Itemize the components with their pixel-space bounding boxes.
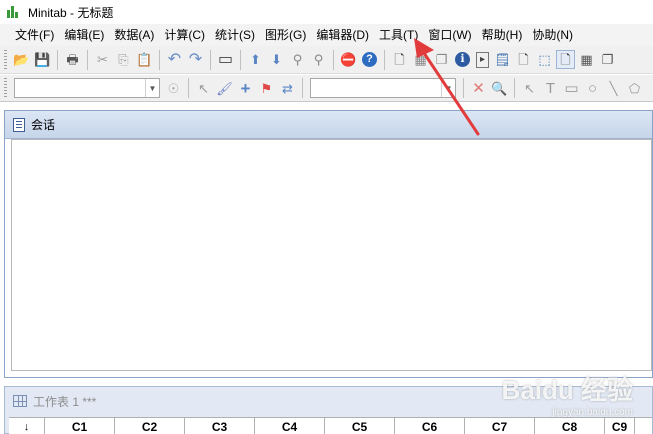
brush-icon[interactable]: 🖌 — [215, 79, 234, 98]
menu-file[interactable]: 文件(F) — [10, 25, 59, 45]
find-next-icon[interactable]: ⚲ — [309, 50, 328, 69]
line-tool-icon[interactable]: ╲ — [604, 79, 623, 98]
toolbar-separator — [333, 49, 334, 70]
crosshair-icon[interactable]: + — [236, 79, 255, 98]
cancel-icon[interactable]: ⛔ — [339, 50, 358, 69]
menu-editor[interactable]: 编辑器(D) — [311, 25, 374, 45]
circle-tool-icon[interactable]: ○ — [583, 79, 602, 98]
find-icon[interactable]: ⚲ — [288, 50, 307, 69]
open-folder-icon[interactable]: 📂 — [12, 50, 31, 69]
copy-icon[interactable]: ⎘ — [114, 50, 133, 69]
data-direction-arrow-icon[interactable]: ↓ — [9, 418, 45, 434]
session-title: 会话 — [31, 118, 56, 132]
zoom-icon[interactable]: 🔍 — [490, 79, 509, 98]
standard-toolbar: 📂 💾 🖶 ✂ ⎘ 📋 ↶ ↷ ▭ ⬆ ⬇ ⚲ ⚲ ⛔ ? 🗋 ▦ ❐ ℹ ▸ … — [0, 46, 653, 74]
toolbar-separator — [87, 49, 88, 70]
new-worksheet-icon[interactable]: 🗋 — [390, 50, 409, 69]
session-header[interactable]: 会话 — [5, 111, 652, 139]
worksheet-icon[interactable]: ▦ — [411, 50, 430, 69]
arrow-down-icon[interactable]: ⬇ — [267, 50, 286, 69]
arrow-up-icon[interactable]: ⬆ — [246, 50, 265, 69]
cut-icon[interactable]: ✂ — [93, 50, 112, 69]
worksheet-column-headers: ↓ C1 C2 C3 C4 C5 C6 C7 C8 C9 — [9, 417, 652, 434]
column-header-c4[interactable]: C4 — [255, 418, 325, 434]
polygon-tool-icon[interactable]: ⬠ — [625, 79, 644, 98]
menu-calc[interactable]: 计算(C) — [159, 25, 210, 45]
watermark-brand: Baidu 经验 — [501, 375, 633, 405]
column-header-c3[interactable]: C3 — [185, 418, 255, 434]
menu-edit[interactable]: 编辑(E) — [59, 25, 109, 45]
command-icon[interactable]: ▸ — [476, 51, 489, 68]
menu-bar: 文件(F) 编辑(E) 数据(A) 计算(C) 统计(S) 图形(G) 编辑器(… — [0, 24, 653, 46]
toolbar-separator — [514, 78, 515, 98]
toolbar-separator — [188, 78, 189, 98]
column-header-c7[interactable]: C7 — [465, 418, 535, 434]
session-window: 会话 — [4, 110, 653, 378]
window-title: Minitab - 无标题 — [28, 5, 114, 20]
session-document-icon — [13, 117, 25, 132]
notepad-icon[interactable]: 🗒 — [493, 50, 512, 69]
menu-stat[interactable]: 统计(S) — [210, 25, 260, 45]
color-palette-icon[interactable]: ☉ — [164, 79, 183, 98]
save-icon[interactable]: 💾 — [33, 50, 52, 69]
graph-editing-toolbar: ▼ ☉ ↖ 🖌 + ⚑ ⇄ ▼ ✕ 🔍 ↖ T ▭ ○ ╲ ⬠ — [0, 75, 653, 102]
copy-window-icon[interactable]: ❐ — [598, 50, 617, 69]
watermark-url: jingyan.baidu.com — [552, 407, 633, 418]
redo-icon[interactable]: ↷ — [186, 50, 205, 69]
item-select-dropdown[interactable]: ▼ — [14, 78, 160, 98]
menu-help[interactable]: 帮助(H) — [477, 25, 528, 45]
info-icon[interactable]: ℹ — [455, 52, 470, 67]
column-header-c1[interactable]: C1 — [45, 418, 115, 434]
select-region-icon[interactable]: ⬚ — [535, 50, 554, 69]
text-tool-icon[interactable]: T — [541, 79, 560, 98]
worksheet-grid-icon — [13, 395, 27, 407]
select-pointer-icon[interactable]: ↖ — [520, 79, 539, 98]
session-output-area[interactable] — [11, 139, 652, 371]
toolbar-separator — [302, 78, 303, 98]
toolbar-separator — [210, 49, 211, 70]
delete-icon[interactable]: ✕ — [469, 79, 488, 98]
toolbar-grip[interactable] — [4, 78, 7, 98]
menu-graph[interactable]: 图形(G) — [260, 25, 311, 45]
column-header-c6[interactable]: C6 — [395, 418, 465, 434]
menu-data[interactable]: 数据(A) — [109, 25, 159, 45]
pointer-icon[interactable]: ↖ — [194, 79, 213, 98]
toolbar-grip[interactable] — [4, 49, 7, 70]
toolbar-separator — [463, 78, 464, 98]
baidu-watermark: Baidu 经验 jingyan.baidu.com — [502, 370, 633, 418]
rectangle-tool-icon[interactable]: ▭ — [562, 79, 581, 98]
graph-item-dropdown[interactable]: ▼ — [310, 78, 456, 98]
menu-window[interactable]: 窗口(W) — [423, 25, 476, 45]
toolbar-separator — [57, 49, 58, 70]
chevron-down-icon[interactable]: ▼ — [441, 79, 455, 97]
column-header-c8[interactable]: C8 — [535, 418, 605, 434]
table-icon[interactable]: ▦ — [577, 50, 596, 69]
help-icon[interactable]: ? — [362, 52, 377, 67]
flag-icon[interactable]: ⚑ — [257, 79, 276, 98]
column-header-c5[interactable]: C5 — [325, 418, 395, 434]
undo-icon[interactable]: ↶ — [165, 50, 184, 69]
worksheet-title: 工作表 1 *** — [33, 394, 97, 409]
chevron-down-icon[interactable]: ▼ — [145, 79, 159, 97]
column-header-c2[interactable]: C2 — [115, 418, 185, 434]
toolbar-separator — [384, 49, 385, 70]
toolbar-separator — [240, 49, 241, 70]
toolbar-separator — [159, 49, 160, 70]
print-icon[interactable]: 🖶 — [63, 50, 82, 69]
window-icon[interactable]: ▭ — [216, 50, 235, 69]
column-header-c9[interactable]: C9 — [605, 418, 635, 434]
new-graph-icon[interactable]: 🗋 — [514, 50, 533, 69]
menu-assistant[interactable]: 协助(N) — [527, 25, 578, 45]
swap-icon[interactable]: ⇄ — [278, 79, 297, 98]
paste-icon[interactable]: 📋 — [135, 50, 154, 69]
title-bar: Minitab - 无标题 — [0, 0, 653, 24]
page-icon[interactable]: 🗋 — [556, 50, 575, 69]
menu-tools[interactable]: 工具(T) — [374, 25, 423, 45]
minitab-logo-icon — [6, 5, 20, 19]
layers-icon[interactable]: ❐ — [432, 50, 451, 69]
